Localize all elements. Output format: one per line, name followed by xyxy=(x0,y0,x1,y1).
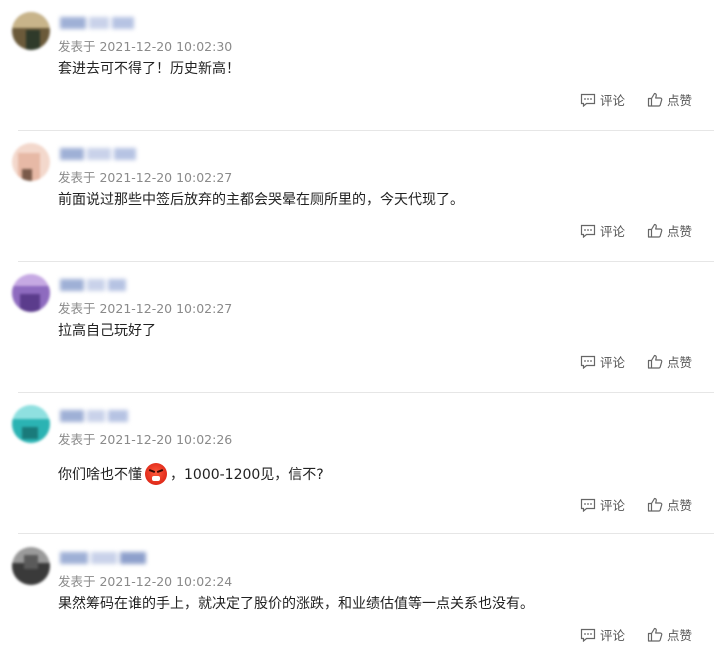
thumbs-up-icon xyxy=(647,92,663,107)
like-button[interactable]: 点赞 xyxy=(647,495,692,514)
like-label: 点赞 xyxy=(666,628,692,643)
reply-label: 评论 xyxy=(599,498,625,513)
comment-actions: 评论 点赞 xyxy=(580,352,692,371)
like-button[interactable]: 点赞 xyxy=(647,352,692,371)
comment-actions: 评论 点赞 xyxy=(580,90,692,109)
thumbs-up-icon xyxy=(647,354,663,369)
comment-actions: 评论 点赞 xyxy=(580,495,692,514)
reply-label: 评论 xyxy=(599,224,625,239)
comment-actions: 评论 点赞 xyxy=(580,221,692,240)
post-time: 发表于 2021-12-20 10:02:27 xyxy=(58,170,233,185)
comment-item: 发表于 2021-12-20 10:02:27 前面说过那些中签后放弃的主都会哭… xyxy=(0,131,714,262)
comment-actions: 评论 点赞 xyxy=(580,625,692,644)
reply-label: 评论 xyxy=(599,355,625,370)
username-blurred[interactable] xyxy=(60,16,134,30)
comment-icon xyxy=(580,498,596,512)
comment-text-part: 你们啥也不懂 xyxy=(58,467,142,483)
comment-text: 套进去可不得了！历史新高！ xyxy=(58,61,240,77)
avatar[interactable] xyxy=(12,274,50,312)
like-button[interactable]: 点赞 xyxy=(647,221,692,240)
comment-text-part: ，1000-1200见，信不? xyxy=(170,467,324,483)
post-time: 发表于 2021-12-20 10:02:30 xyxy=(58,39,233,54)
thumbs-up-icon xyxy=(647,627,663,642)
like-button[interactable]: 点赞 xyxy=(647,90,692,109)
thumbs-up-icon xyxy=(647,223,663,238)
avatar[interactable] xyxy=(12,12,50,50)
reply-button[interactable]: 评论 xyxy=(580,625,625,644)
username-blurred[interactable] xyxy=(60,278,126,292)
angry-face-icon xyxy=(145,463,167,485)
reply-label: 评论 xyxy=(599,93,625,108)
reply-button[interactable]: 评论 xyxy=(580,495,625,514)
avatar[interactable] xyxy=(12,143,50,181)
username-blurred[interactable] xyxy=(60,147,136,161)
like-label: 点赞 xyxy=(666,93,692,108)
comment-icon xyxy=(580,93,596,107)
like-label: 点赞 xyxy=(666,355,692,370)
post-time: 发表于 2021-12-20 10:02:26 xyxy=(58,432,233,447)
avatar[interactable] xyxy=(12,405,50,443)
comment-item: 发表于 2021-12-20 10:02:26 你们啥也不懂 ，1000-120… xyxy=(0,393,714,534)
like-label: 点赞 xyxy=(666,224,692,239)
avatar[interactable] xyxy=(12,547,50,585)
comment-icon xyxy=(580,224,596,238)
comment-text: 拉高自己玩好了 xyxy=(58,323,156,339)
username-blurred[interactable] xyxy=(60,551,146,565)
reply-button[interactable]: 评论 xyxy=(580,352,625,371)
comment-item: 发表于 2021-12-20 10:02:24 果然筹码在谁的手上，就决定了股价… xyxy=(0,535,714,666)
comment-text: 你们啥也不懂 ，1000-1200见，信不? xyxy=(58,463,324,485)
comment-icon xyxy=(580,355,596,369)
like-label: 点赞 xyxy=(666,498,692,513)
username-blurred[interactable] xyxy=(60,409,128,423)
divider xyxy=(18,533,714,534)
reply-button[interactable]: 评论 xyxy=(580,221,625,240)
post-time: 发表于 2021-12-20 10:02:24 xyxy=(58,574,233,589)
reply-button[interactable]: 评论 xyxy=(580,90,625,109)
post-time: 发表于 2021-12-20 10:02:27 xyxy=(58,301,233,316)
comment-text: 前面说过那些中签后放弃的主都会哭晕在厕所里的，今天代现了。 xyxy=(58,192,464,208)
comment-item: 发表于 2021-12-20 10:02:30 套进去可不得了！历史新高！ 评论… xyxy=(0,0,714,131)
comment-text: 果然筹码在谁的手上，就决定了股价的涨跌，和业绩估值等一点关系也没有。 xyxy=(58,596,534,612)
comment-item: 发表于 2021-12-20 10:02:27 拉高自己玩好了 评论 点赞 xyxy=(0,262,714,393)
comment-icon xyxy=(580,628,596,642)
reply-label: 评论 xyxy=(599,628,625,643)
thumbs-up-icon xyxy=(647,497,663,512)
like-button[interactable]: 点赞 xyxy=(647,625,692,644)
